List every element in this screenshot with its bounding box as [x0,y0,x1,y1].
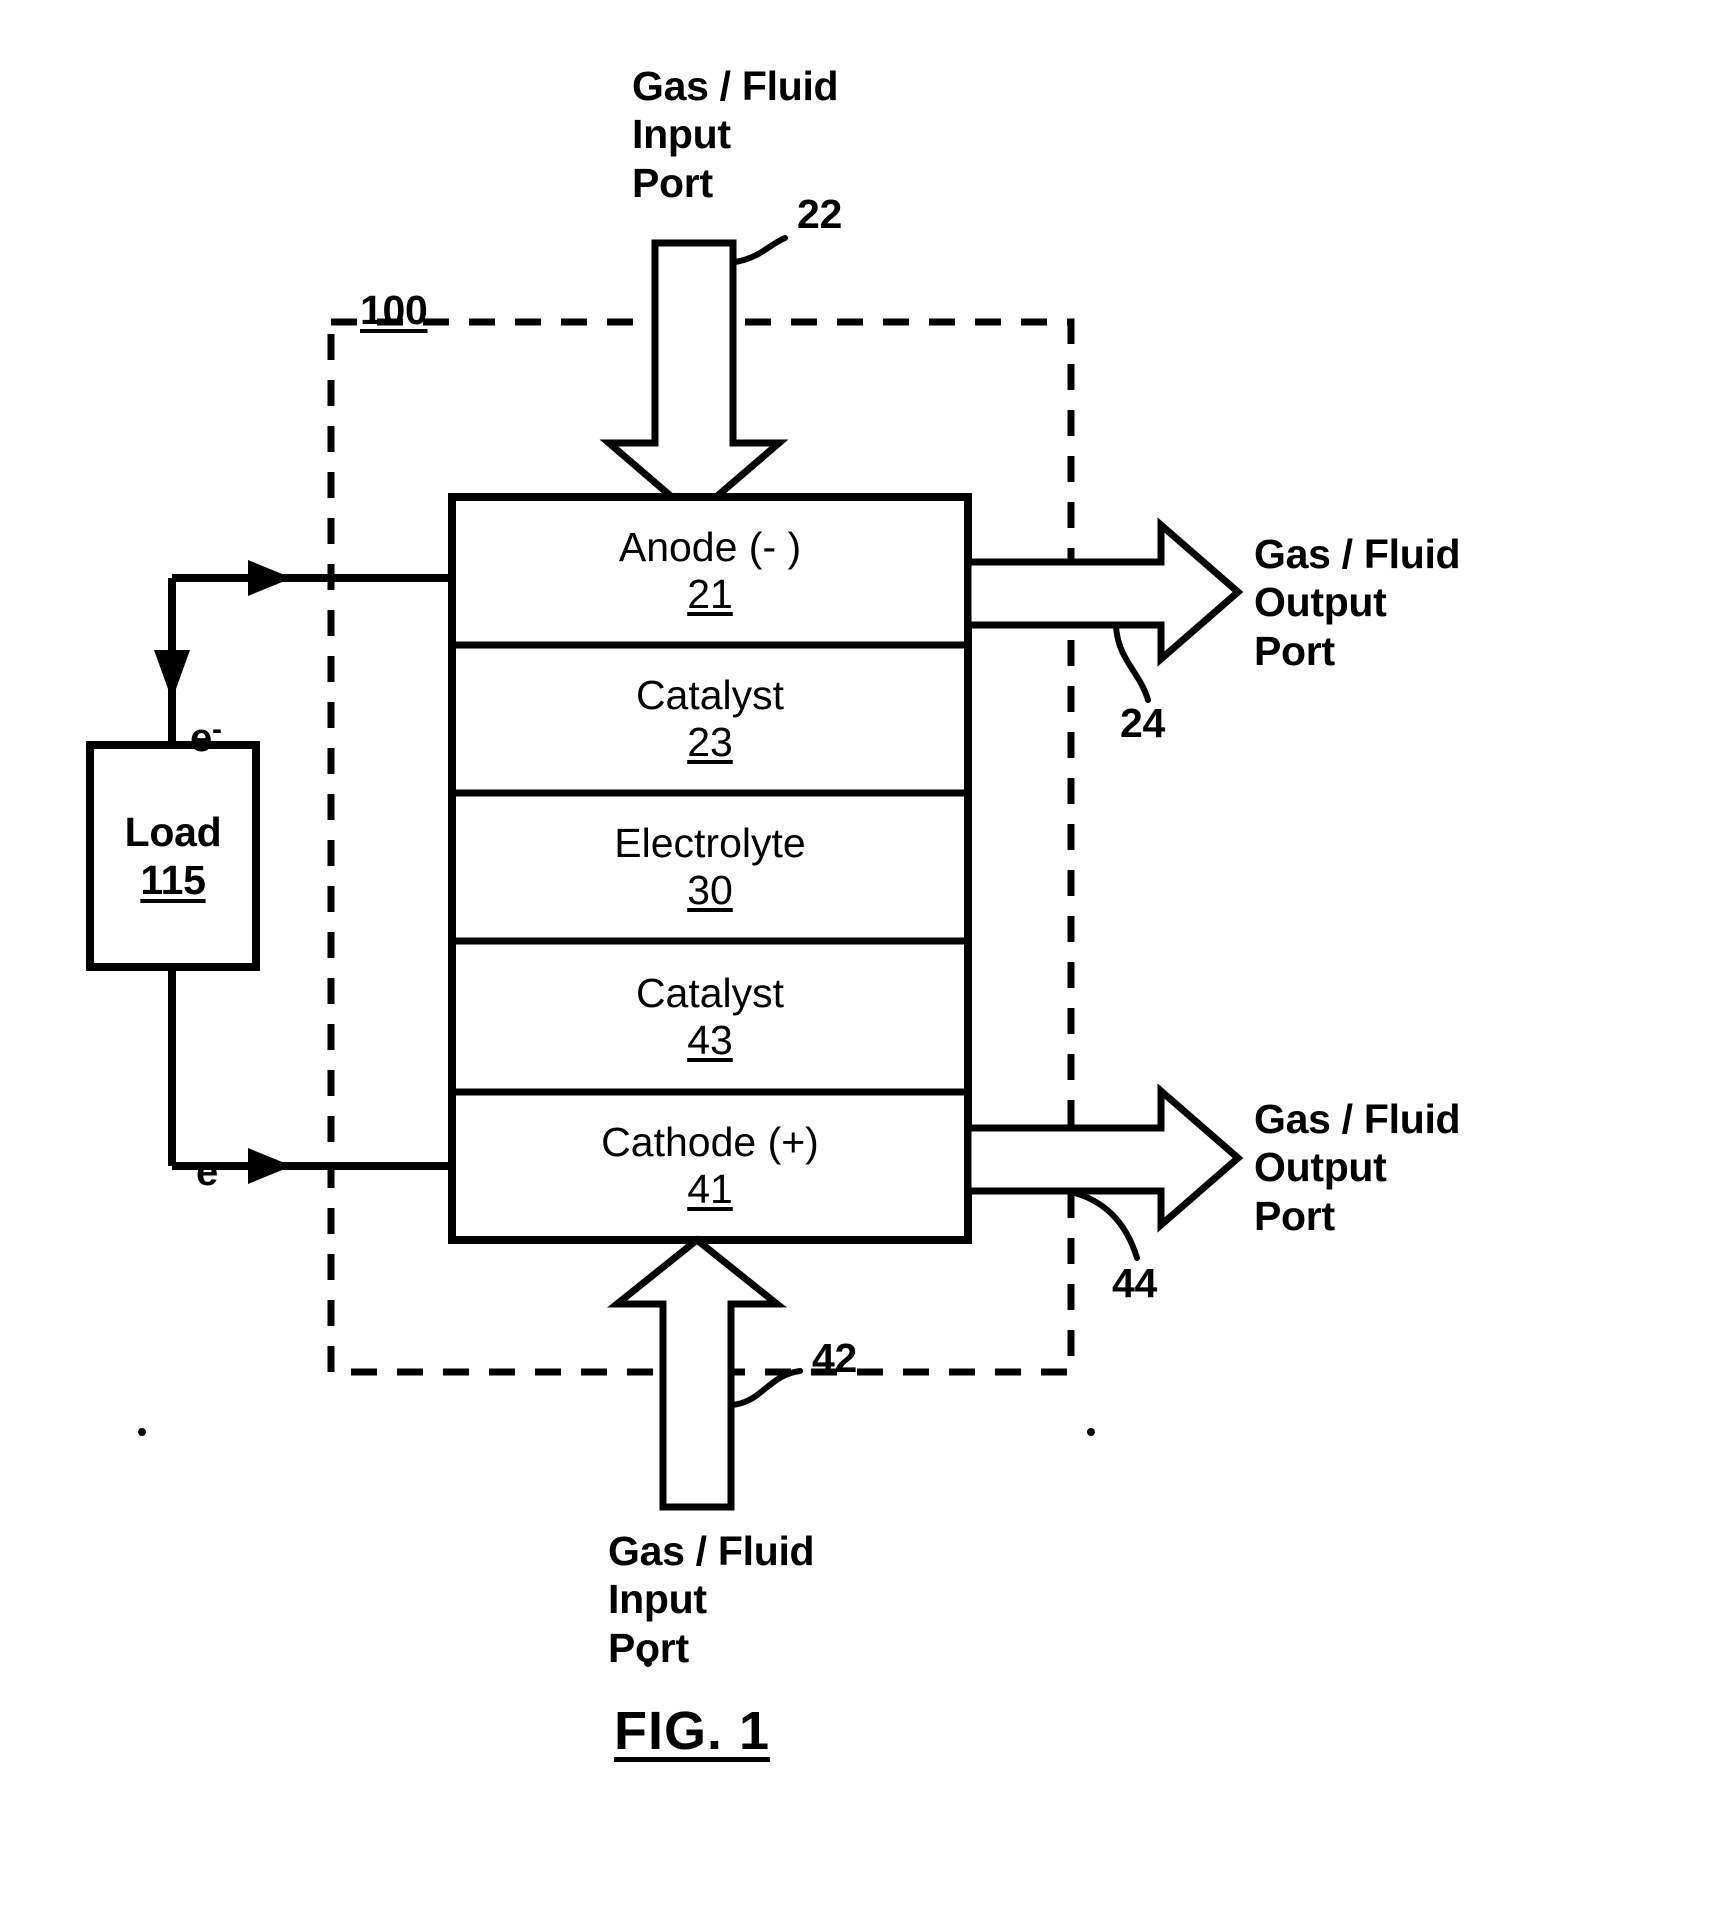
upper-output-port-label: Gas / Fluid Output Port [1254,531,1461,674]
load-wire-top-arrowhead [154,650,190,700]
figure-caption: FIG. 1 [614,1701,771,1761]
lower-output-port-label: Gas / Fluid Output Port [1254,1096,1461,1239]
electron-label-top-superscript: - [211,713,222,747]
stack-layer-anode-title: Anode (- ) [618,524,802,570]
patent-figure-1: Gas / Fluid Input Port 22 100 Anode (- )… [0,0,1721,1915]
stack-layer-catalyst-23-title: Catalyst [635,672,785,718]
load-block: Load 115 [90,745,256,967]
assembly-ref-number-100: 100 [360,287,428,333]
ref-22-leader [732,235,788,265]
stack-layer-catalyst-23-ref: 23 [687,719,733,765]
ref-42-leader [728,1368,803,1408]
stack-layer-electrolyte-ref: 30 [687,867,733,913]
anode-wire-arrowhead [248,560,292,596]
stack-layer-cathode-title: Cathode (+) [601,1119,819,1165]
top-input-port-label: Gas / Fluid Input Port [632,63,839,206]
stack-layer-catalyst-43-title: Catalyst [635,969,785,1016]
ref-24-leader [1113,623,1151,703]
electron-label-bottom-superscript: - [217,1147,228,1181]
stack-layer-cathode-ref: 41 [687,1166,733,1212]
stack-layer-catalyst-43: Catalyst 43 [452,941,968,1092]
electron-label-bottom-text: e [196,1150,218,1195]
cathode-wire-arrowhead [248,1148,292,1184]
bottom-input-port-label: Gas / Fluid Input Port [608,1528,815,1671]
load-title: Load [124,808,222,855]
ref-number-22: 22 [797,191,843,237]
ref-number-42: 42 [812,1335,858,1381]
stack-layer-electrolyte: Electrolyte 30 [452,793,968,941]
stack-layer-catalyst-23: Catalyst 23 [452,645,968,793]
upper-output-arrow [964,517,1244,667]
speck-right [1087,1428,1095,1436]
stack-layer-anode-ref: 21 [687,571,733,617]
ref-number-44: 44 [1112,1260,1158,1306]
top-input-arrow [599,239,789,521]
stack-layer-electrolyte-title: Electrolyte [614,820,806,866]
electron-label-bottom: e- [196,1099,228,1196]
speck-left [138,1428,146,1436]
stack-layer-catalyst-43-ref: 43 [687,1016,733,1063]
stack-layer-cathode: Cathode (+) 41 [452,1092,968,1240]
ref-44-leader [1068,1189,1140,1261]
load-ref-number: 115 [140,857,206,903]
ref-number-24: 24 [1120,700,1166,746]
stack-layer-anode: Anode (- ) 21 [452,497,968,645]
